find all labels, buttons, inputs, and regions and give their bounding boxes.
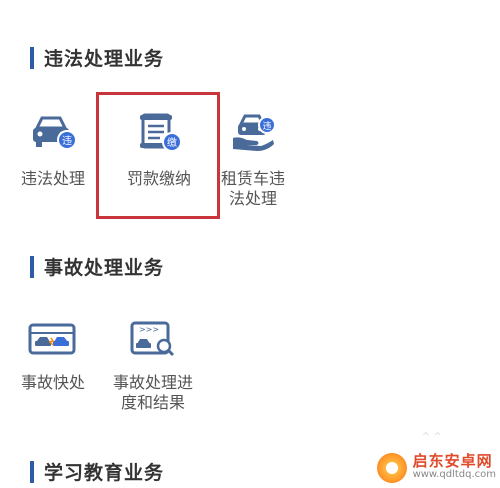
tile-fine-payment[interactable]: 缴 罚款缴纳: [114, 112, 204, 189]
fine-payment-icon: 缴: [114, 112, 204, 159]
svg-text:违: 违: [62, 135, 72, 147]
accident-quick-icon: [8, 320, 98, 363]
section-title-text: 事故处理业务: [44, 257, 165, 279]
section-accent-bar: [30, 460, 34, 483]
section-accent-bar: [30, 46, 34, 69]
tile-label: 事故处理进 度和结果: [112, 373, 193, 412]
svg-text:违: 违: [262, 121, 271, 132]
tile-label: 租赁车违 法处理: [220, 169, 285, 208]
watermark-title: 启东安卓网: [412, 452, 493, 470]
service-list-page: 违法处理业务 违 违法处理 缴 罚款缴纳 违 租赁车违 法处理 事故处理业务 事…: [0, 0, 500, 488]
tile-label: 违法处理: [20, 169, 85, 188]
watermark-text: 启东安卓网 www.qdltdq.com: [413, 454, 496, 482]
section-title-accident: 事故处理业务: [30, 253, 164, 280]
tile-violation-handling[interactable]: 违 违法处理: [8, 112, 98, 189]
watermark-url: www.qdltdq.com: [412, 469, 496, 480]
tile-accident-progress[interactable]: >>> 事故处理进 度和结果: [108, 320, 198, 413]
section-accent-bar: [30, 255, 34, 278]
rental-car-violation-icon: 违: [208, 112, 298, 159]
faint-caret-mark: ⌃⌃: [420, 430, 444, 446]
tile-rental-car-violation[interactable]: 违 租赁车违 法处理: [208, 112, 298, 209]
svg-text:>>>: >>>: [139, 325, 159, 334]
section-title-education: 学习教育业务: [30, 458, 164, 485]
site-watermark: 启东安卓网 www.qdltdq.com: [370, 448, 500, 488]
accident-progress-icon: >>>: [108, 320, 198, 363]
section-title-violation: 违法处理业务: [30, 44, 164, 71]
section-title-text: 学习教育业务: [44, 462, 165, 484]
section-title-text: 违法处理业务: [44, 48, 165, 70]
car-violation-icon: 违: [8, 112, 98, 159]
svg-text:缴: 缴: [167, 136, 177, 149]
watermark-logo-icon: [376, 453, 407, 483]
tile-label: 罚款缴纳: [126, 169, 191, 188]
tile-accident-quick[interactable]: 事故快处: [8, 320, 98, 393]
tile-label: 事故快处: [20, 373, 85, 392]
